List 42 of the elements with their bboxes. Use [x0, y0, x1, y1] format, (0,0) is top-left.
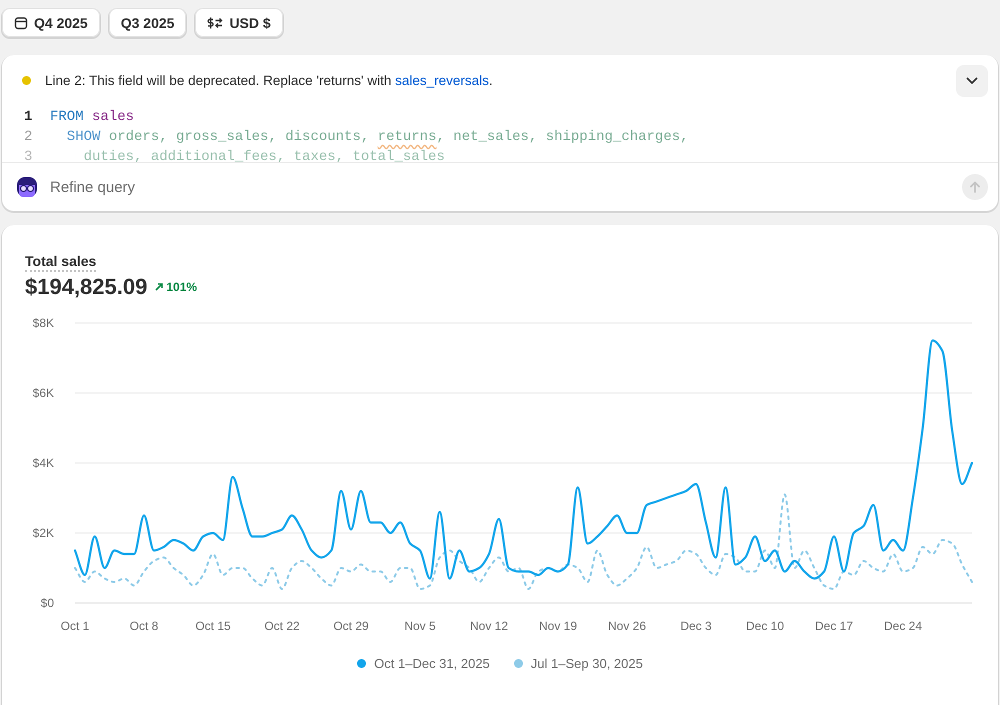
change-indicator: 101%	[155, 280, 198, 294]
x-axis-label: Nov 19	[538, 619, 578, 633]
warning-message: Line 2: This field will be deprecated. Replace 'returns' with sales_reversals.	[45, 73, 493, 88]
calendar-icon	[14, 16, 28, 30]
filter-button[interactable]: USD $	[195, 8, 283, 37]
collapse-button[interactable]	[956, 65, 988, 97]
x-axis-label: Nov 5	[404, 619, 436, 633]
x-axis-label: Dec 3	[680, 619, 712, 633]
filter-button[interactable]: Q3 2025	[108, 8, 186, 37]
line-number: 1	[24, 108, 34, 127]
code-line: FROM sales	[50, 108, 134, 127]
y-axis-label: $4K	[32, 456, 54, 470]
refine-query-field[interactable]: Refine query	[48, 178, 952, 196]
x-axis-label: Oct 29	[333, 619, 369, 633]
filter-button[interactable]: Q4 2025	[2, 8, 100, 37]
assistant-avatar-icon	[16, 176, 38, 198]
x-axis-label: Oct 8	[130, 619, 158, 633]
legend-label: Jul 1–Sep 30, 2025	[530, 656, 643, 671]
metric-title: Total sales	[25, 253, 96, 272]
x-axis-label: Nov 12	[470, 619, 508, 633]
trend-arrow-icon	[155, 283, 164, 291]
currency-exchange-icon	[207, 16, 224, 30]
line-number: 3	[24, 148, 34, 162]
arrow-up-icon	[970, 181, 980, 193]
x-axis-label: Dec 24	[884, 619, 922, 633]
y-axis-label: $0	[40, 596, 54, 610]
y-axis-label: $6K	[32, 386, 54, 400]
x-axis-label: Dec 10	[746, 619, 784, 633]
x-axis-label: Oct 22	[264, 619, 300, 633]
x-axis-label: Oct 1	[60, 619, 90, 633]
code-line: SHOW orders, gross_sales, discounts, returns, net_sales, shipping_charges,	[66, 128, 689, 147]
suggestion-link[interactable]: sales_reversals	[395, 73, 489, 88]
x-axis-label: Oct 15	[195, 619, 231, 633]
warning-dot	[22, 76, 31, 85]
x-axis-label: Dec 17	[814, 619, 854, 633]
chevron-icon	[966, 77, 978, 85]
metric-value: $194,825.09	[25, 274, 148, 300]
y-axis-label: $8K	[32, 316, 54, 330]
x-axis-label: Nov 26	[608, 619, 646, 633]
line-number: 2	[24, 128, 34, 147]
legend-label: Oct 1–Dec 31, 2025	[374, 656, 490, 671]
y-axis-label: $2K	[32, 526, 54, 540]
